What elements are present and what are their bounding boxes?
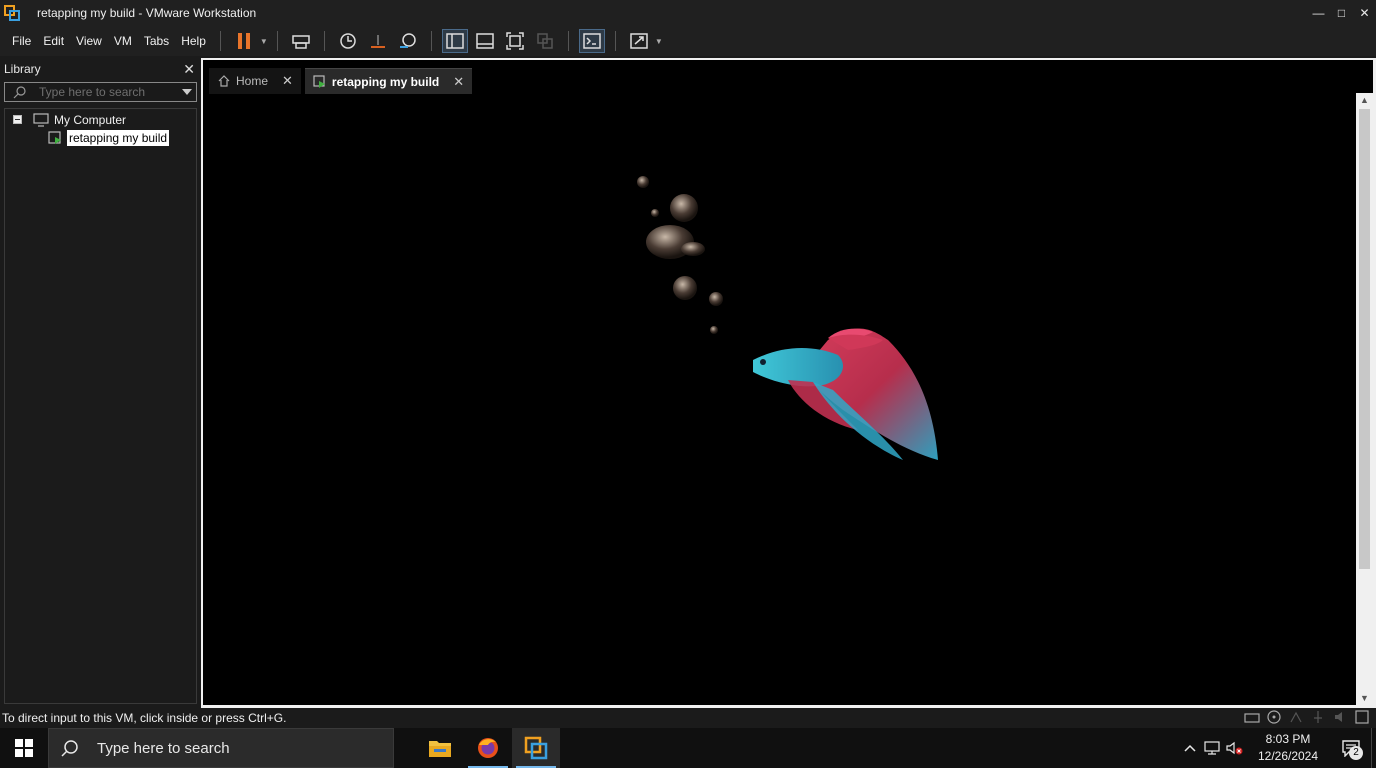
- firefox-icon: [478, 738, 498, 758]
- full-screen-button[interactable]: [502, 29, 528, 53]
- show-hidden-icons-chevron-icon[interactable]: [1179, 728, 1201, 768]
- stretch-guest-button[interactable]: [626, 29, 652, 53]
- windows-logo-icon: [15, 739, 33, 757]
- show-library-button[interactable]: [441, 29, 468, 53]
- notification-count-badge: 2: [1349, 746, 1363, 760]
- vmware-icon: [524, 736, 548, 760]
- clock-date: 12/26/2024: [1257, 749, 1319, 763]
- revert-icon: [370, 35, 385, 48]
- window-title: retapping my build - VMware Workstation: [37, 6, 257, 20]
- pause-icon: [237, 33, 250, 49]
- stretch-icon: [630, 33, 648, 49]
- scroll-up-arrow[interactable]: ▲: [1356, 93, 1373, 107]
- network-adapter-icon[interactable]: [1288, 710, 1304, 724]
- keyboard-icon: [292, 35, 310, 49]
- taskbar-firefox[interactable]: [464, 728, 512, 768]
- volume-muted-icon[interactable]: [1223, 728, 1245, 768]
- taskbar-vmware[interactable]: [512, 728, 560, 768]
- library-search-input[interactable]: [39, 85, 179, 99]
- hard-disk-icon[interactable]: [1244, 710, 1260, 724]
- network-icon[interactable]: [1201, 728, 1223, 768]
- library-search-dropdown[interactable]: [182, 89, 192, 95]
- snapshot-manager-icon: [399, 33, 416, 48]
- computer-icon: [33, 112, 49, 127]
- search-icon: [61, 740, 78, 757]
- maximize-button[interactable]: □: [1330, 0, 1353, 26]
- status-bar: To direct input to this VM, click inside…: [0, 708, 1376, 728]
- tab-vm-close-icon[interactable]: ✕: [453, 74, 464, 90]
- taskbar-file-explorer[interactable]: [416, 728, 464, 768]
- full-screen-icon: [506, 32, 524, 50]
- library-panel: Library ✕ My Computer retapping my build: [0, 58, 201, 706]
- pause-vm-button[interactable]: [231, 29, 257, 53]
- snapshot-icon: [340, 33, 356, 49]
- message-log-icon[interactable]: [1354, 710, 1370, 724]
- menu-edit[interactable]: Edit: [37, 34, 70, 48]
- stretch-dropdown[interactable]: ▼: [654, 29, 664, 53]
- vm-display[interactable]: Home ✕ retapping my build ✕ ▲ ▼: [203, 60, 1373, 705]
- unity-icon: [537, 33, 553, 49]
- vertical-scrollbar[interactable]: ▲ ▼: [1356, 93, 1373, 705]
- tab-home[interactable]: Home ✕: [209, 68, 301, 94]
- library-search[interactable]: [4, 82, 197, 102]
- take-snapshot-button[interactable]: [335, 29, 361, 53]
- revert-snapshot-button[interactable]: [365, 29, 391, 53]
- taskbar-clock[interactable]: 8:03 PM 12/26/2024: [1253, 731, 1323, 765]
- tab-vm-label: retapping my build: [331, 74, 440, 89]
- library-tree: My Computer retapping my build: [4, 108, 197, 704]
- scroll-thumb[interactable]: [1359, 109, 1370, 569]
- folder-icon: [429, 741, 451, 757]
- sound-card-icon[interactable]: [1332, 710, 1348, 724]
- library-panel-icon: [446, 33, 464, 49]
- snapshot-manager-button[interactable]: [395, 29, 421, 53]
- status-text: To direct input to this VM, click inside…: [2, 711, 287, 725]
- search-icon: [13, 86, 26, 99]
- unity-button[interactable]: [532, 29, 558, 53]
- close-button[interactable]: ✕: [1353, 0, 1376, 26]
- vm-content-frame: Home ✕ retapping my build ✕ ▲ ▼: [201, 58, 1376, 708]
- send-ctrl-alt-del-button[interactable]: [288, 29, 314, 53]
- taskbar-search-placeholder: Type here to search: [97, 739, 230, 757]
- tab-home-label: Home: [236, 74, 269, 88]
- minimize-button[interactable]: —: [1307, 0, 1330, 26]
- betta-fish-wallpaper: [637, 176, 938, 460]
- library-close-button[interactable]: ✕: [183, 61, 195, 78]
- tab-strip: Home ✕ retapping my build ✕: [209, 68, 476, 94]
- library-title: Library: [4, 62, 41, 76]
- menu-vm[interactable]: VM: [108, 34, 138, 48]
- scroll-down-arrow[interactable]: ▼: [1356, 691, 1373, 705]
- tab-home-close-icon[interactable]: ✕: [282, 73, 293, 89]
- show-desktop-button[interactable]: [1371, 728, 1376, 768]
- menu-toolbar: File Edit View VM Tabs Help ▼ ▼: [0, 26, 1376, 56]
- system-tray: 8:03 PM 12/26/2024 2: [1179, 728, 1376, 768]
- title-bar: retapping my build - VMware Workstation …: [0, 0, 1376, 26]
- vm-running-icon: [313, 74, 325, 88]
- usb-icon[interactable]: [1310, 710, 1326, 724]
- action-center-button[interactable]: 2: [1331, 728, 1371, 768]
- collapse-toggle[interactable]: [13, 115, 22, 124]
- vm-running-icon: [48, 130, 61, 144]
- tree-label-my-computer: My Computer: [54, 112, 127, 127]
- menu-tabs[interactable]: Tabs: [138, 34, 175, 48]
- console-icon: [583, 33, 601, 49]
- taskbar-search[interactable]: Type here to search: [48, 728, 394, 768]
- power-dropdown[interactable]: ▼: [259, 29, 269, 53]
- tree-item-my-computer[interactable]: My Computer: [13, 111, 126, 128]
- home-icon: [218, 75, 230, 87]
- tab-vm[interactable]: retapping my build ✕: [304, 68, 473, 94]
- tree-label-vm: retapping my build: [67, 129, 170, 146]
- menu-view[interactable]: View: [70, 34, 108, 48]
- start-button[interactable]: [0, 728, 48, 768]
- clock-time: 8:03 PM: [1265, 732, 1311, 746]
- menu-help[interactable]: Help: [175, 34, 212, 48]
- thumbnail-bar-icon: [476, 33, 494, 49]
- cd-dvd-icon[interactable]: [1266, 710, 1282, 724]
- windows-taskbar: Type here to search 8:03 PM 12/26/2024 2: [0, 728, 1376, 768]
- show-thumbnail-bar-button[interactable]: [472, 29, 498, 53]
- menu-file[interactable]: File: [6, 34, 37, 48]
- tree-item-vm[interactable]: retapping my build: [48, 129, 170, 146]
- console-view-button[interactable]: [578, 29, 605, 53]
- vmware-app-icon: [4, 5, 20, 21]
